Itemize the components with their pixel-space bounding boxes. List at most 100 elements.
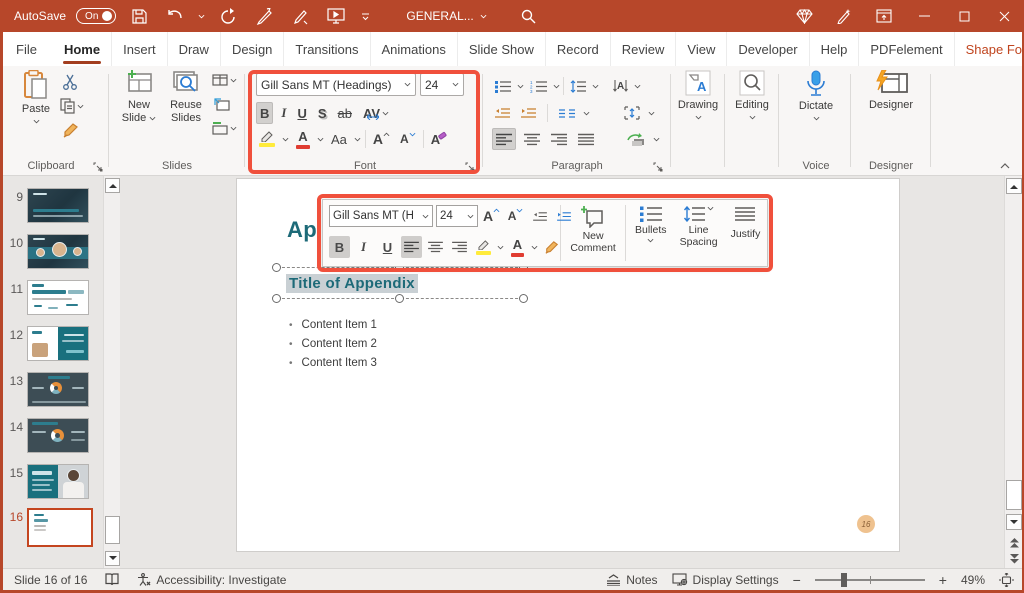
bullet-item[interactable]: •Content Item 3 — [289, 357, 377, 369]
zoom-slider-thumb[interactable] — [841, 573, 847, 587]
tab-animations[interactable]: Animations — [371, 32, 458, 66]
highlight-dropdown-icon[interactable] — [282, 137, 289, 142]
thumb-scroll-up-icon[interactable] — [105, 178, 120, 193]
copilot-pen-icon[interactable] — [824, 0, 864, 32]
undo-dropdown-icon[interactable] — [198, 14, 205, 19]
thumb-scroll-down-icon[interactable] — [105, 551, 120, 566]
bullets-dropdown-icon[interactable] — [517, 84, 524, 89]
text-highlight-button[interactable] — [256, 128, 278, 150]
slide-11-preview[interactable] — [27, 280, 89, 315]
main-scrollbar[interactable] — [1004, 176, 1022, 568]
mini-underline-button[interactable]: U — [377, 236, 398, 258]
clear-formatting-button[interactable]: A — [428, 128, 450, 150]
selection-handle[interactable] — [272, 263, 281, 272]
align-text-button[interactable] — [621, 102, 643, 124]
tab-help[interactable]: Help — [810, 32, 860, 66]
mini-highlight-button[interactable] — [473, 236, 494, 258]
editing-button[interactable]: Editing — [730, 70, 774, 120]
thumbnail-slide-14[interactable]: 14 — [3, 418, 103, 453]
italic-button[interactable]: I — [278, 102, 289, 124]
mini-align-center-button[interactable] — [425, 236, 446, 258]
scroll-up-icon[interactable] — [1006, 178, 1022, 194]
columns-dropdown-icon[interactable] — [583, 111, 590, 116]
paste-dropdown-icon[interactable] — [33, 119, 40, 124]
reset-button[interactable] — [214, 98, 230, 111]
cut-button[interactable] — [62, 74, 79, 90]
line-spacing-dropdown-icon[interactable] — [592, 84, 599, 89]
tab-file[interactable]: File — [0, 32, 53, 66]
mini-increase-indent-button[interactable] — [553, 205, 574, 227]
mini-decrease-font-size-button[interactable]: A — [505, 205, 526, 227]
copy-dropdown-icon[interactable] — [77, 104, 84, 109]
increase-indent-button[interactable] — [518, 102, 539, 124]
mini-highlight-dropdown-icon[interactable] — [497, 245, 504, 250]
fit-slide-to-window-icon[interactable] — [999, 573, 1014, 587]
line-spacing-button[interactable] — [567, 75, 589, 97]
text-direction-dropdown-icon[interactable] — [634, 84, 641, 89]
quick-access-overflow-icon[interactable] — [361, 12, 370, 21]
section-button[interactable] — [212, 122, 237, 135]
selection-handle[interactable] — [272, 294, 281, 303]
tab-review[interactable]: Review — [611, 32, 677, 66]
align-center-button[interactable] — [521, 128, 543, 150]
selected-textbox[interactable]: Title of Appendix — [277, 267, 523, 299]
mini-font-name-combobox[interactable]: Gill Sans MT (H — [329, 205, 433, 227]
bullets-button[interactable] — [492, 75, 514, 97]
accessibility-status[interactable]: Accessibility: Investigate — [137, 573, 286, 587]
maximize-button[interactable] — [944, 0, 984, 32]
mini-font-size-combobox[interactable]: 24 — [436, 205, 478, 227]
tab-record[interactable]: Record — [546, 32, 611, 66]
numbering-button[interactable]: 123 — [527, 75, 550, 97]
tab-developer[interactable]: Developer — [727, 32, 809, 66]
mini-line-spacing-button[interactable]: LineSpacing — [673, 200, 724, 266]
selection-handle[interactable] — [519, 294, 528, 303]
align-left-button[interactable] — [492, 128, 516, 150]
collapse-ribbon-icon[interactable] — [1000, 163, 1010, 169]
thumbnail-slide-10[interactable]: 10 — [3, 234, 103, 269]
convert-to-smartart-button[interactable] — [624, 128, 648, 150]
tab-transitions[interactable]: Transitions — [284, 32, 370, 66]
font-color-button[interactable]: A — [293, 128, 313, 150]
highlighter-pen-icon[interactable] — [287, 3, 313, 29]
reuse-slides-button[interactable]: ReuseSlides — [164, 70, 208, 124]
slide-9-preview[interactable] — [27, 188, 89, 223]
smartart-dropdown-icon[interactable] — [653, 137, 660, 142]
mini-bold-button[interactable]: B — [329, 236, 350, 258]
text-shadow-button[interactable]: S — [315, 102, 330, 124]
tab-home[interactable]: Home — [53, 32, 112, 66]
thumbnail-scrollbar[interactable] — [103, 176, 120, 568]
clipboard-dialog-launcher-icon[interactable] — [93, 162, 103, 172]
underline-button[interactable]: U — [294, 102, 309, 124]
mini-justify-button[interactable]: Justify — [724, 200, 767, 266]
mini-decrease-indent-button[interactable] — [529, 205, 550, 227]
thumbnail-slide-13[interactable]: 13 — [3, 372, 103, 407]
font-name-combobox[interactable]: Gill Sans MT (Headings) — [256, 73, 416, 96]
document-title-area[interactable]: GENERAL... — [406, 9, 486, 23]
content-bullet-list[interactable]: •Content Item 1 •Content Item 2 •Content… — [289, 319, 377, 376]
start-slideshow-icon[interactable] — [323, 3, 349, 29]
font-dialog-launcher-icon[interactable] — [465, 162, 475, 172]
thumbnail-slide-12[interactable]: 12 — [3, 326, 103, 361]
character-spacing-button[interactable]: AV — [360, 102, 392, 124]
slide-title-text[interactable]: Ap — [287, 217, 317, 243]
redo-button[interactable] — [215, 3, 241, 29]
bullet-item[interactable]: •Content Item 1 — [289, 319, 377, 331]
font-size-combobox[interactable]: 24 — [420, 73, 464, 96]
save-icon[interactable] — [126, 3, 152, 29]
change-case-button[interactable]: Aa — [328, 128, 350, 150]
ribbon-display-options-icon[interactable] — [864, 0, 904, 32]
slide-count-status[interactable]: Slide 16 of 16 — [14, 573, 87, 587]
mini-font-color-button[interactable]: A — [507, 236, 528, 258]
mini-italic-button[interactable]: I — [353, 236, 374, 258]
mini-increase-font-size-button[interactable]: A — [481, 205, 502, 227]
slide-13-preview[interactable] — [27, 372, 89, 407]
tab-pdfelement[interactable]: PDFelement — [859, 32, 954, 66]
tab-view[interactable]: View — [676, 32, 727, 66]
increase-font-size-button[interactable]: A — [370, 128, 393, 150]
slide-12-preview[interactable] — [27, 326, 89, 361]
drawing-button[interactable]: A Drawing — [676, 70, 720, 120]
thumb-scroll-thumb[interactable] — [105, 516, 120, 544]
scroll-down-icon[interactable] — [1006, 514, 1022, 530]
tab-insert[interactable]: Insert — [112, 32, 168, 66]
tab-design[interactable]: Design — [221, 32, 284, 66]
